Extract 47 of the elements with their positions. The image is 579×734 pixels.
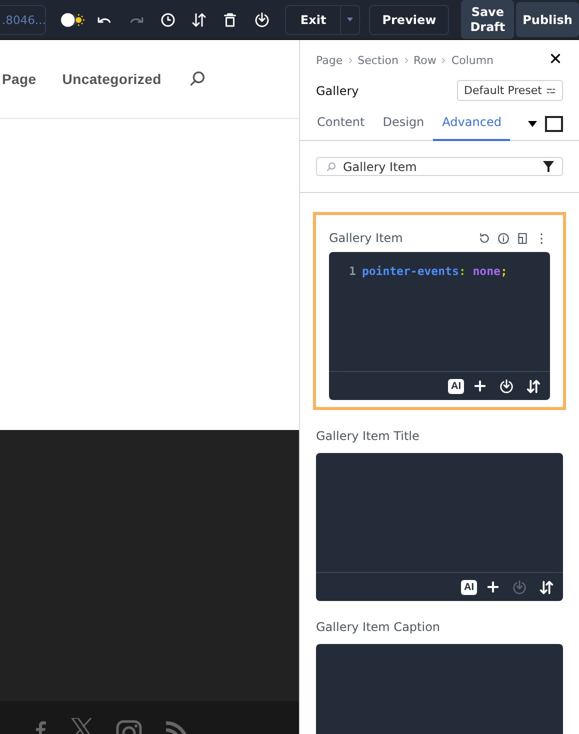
breadcrumb-link[interactable]: Column xyxy=(451,54,494,66)
module-title: Gallery xyxy=(316,84,359,98)
caret-icon xyxy=(347,17,354,22)
field-label: Gallery Item Caption xyxy=(316,620,440,634)
square-icon[interactable] xyxy=(545,116,563,132)
preset-dropdown[interactable]: Default Preset xyxy=(457,80,563,101)
clock-icon xyxy=(158,10,177,28)
ai-button[interactable]: AI xyxy=(461,580,477,594)
plus-icon xyxy=(472,378,488,394)
field-label: Gallery Item xyxy=(329,231,403,245)
tab[interactable]: Design xyxy=(374,107,434,141)
filter-field[interactable]: Gallery Item xyxy=(316,157,563,176)
up-down-arrows-icon xyxy=(538,578,555,596)
close-icon xyxy=(548,51,563,66)
x-logo-icon[interactable] xyxy=(70,718,94,734)
preview-button[interactable]: Preview xyxy=(369,4,450,34)
download-circle-icon xyxy=(511,578,528,596)
up-down-arrows-icon xyxy=(190,10,208,28)
up-down-arrows-icon xyxy=(525,378,542,394)
download-circle-icon xyxy=(498,378,515,394)
redo-icon xyxy=(128,16,144,24)
publish-button[interactable]: Publish xyxy=(516,2,579,37)
ai-button[interactable]: AI xyxy=(448,378,464,394)
theme-toggle-icon[interactable] xyxy=(60,10,86,28)
nav-link[interactable]: Uncategorized xyxy=(62,71,162,87)
code-editor[interactable]: AI xyxy=(316,453,563,601)
nav-link[interactable]: Page xyxy=(2,71,36,87)
tab[interactable]: Content xyxy=(308,107,374,141)
search-icon xyxy=(325,160,337,172)
info-icon xyxy=(497,232,510,244)
breadcrumb-link[interactable]: Row xyxy=(414,54,436,66)
code-editor[interactable]: 1 pointer-events: none; AI xyxy=(329,252,550,400)
breadcrumb-link[interactable]: Section xyxy=(358,54,399,66)
save-draft-button[interactable]: Save Draft xyxy=(461,0,514,39)
filter-icon xyxy=(543,161,554,172)
tab[interactable]: Advanced xyxy=(433,107,510,141)
download-circle-icon xyxy=(252,10,271,28)
info-button[interactable] xyxy=(495,232,512,244)
code-line: 1 pointer-events: none; xyxy=(349,264,508,278)
copy-icon xyxy=(516,232,529,244)
plus-icon xyxy=(485,579,501,595)
undo-icon xyxy=(97,16,114,24)
breadcrumb-link[interactable]: Page xyxy=(316,54,343,66)
field-label: Gallery Item Title xyxy=(316,429,420,443)
caret-down-icon[interactable] xyxy=(528,120,537,126)
url-field[interactable]: .8046... xyxy=(0,4,46,34)
reset-icon xyxy=(478,232,491,244)
